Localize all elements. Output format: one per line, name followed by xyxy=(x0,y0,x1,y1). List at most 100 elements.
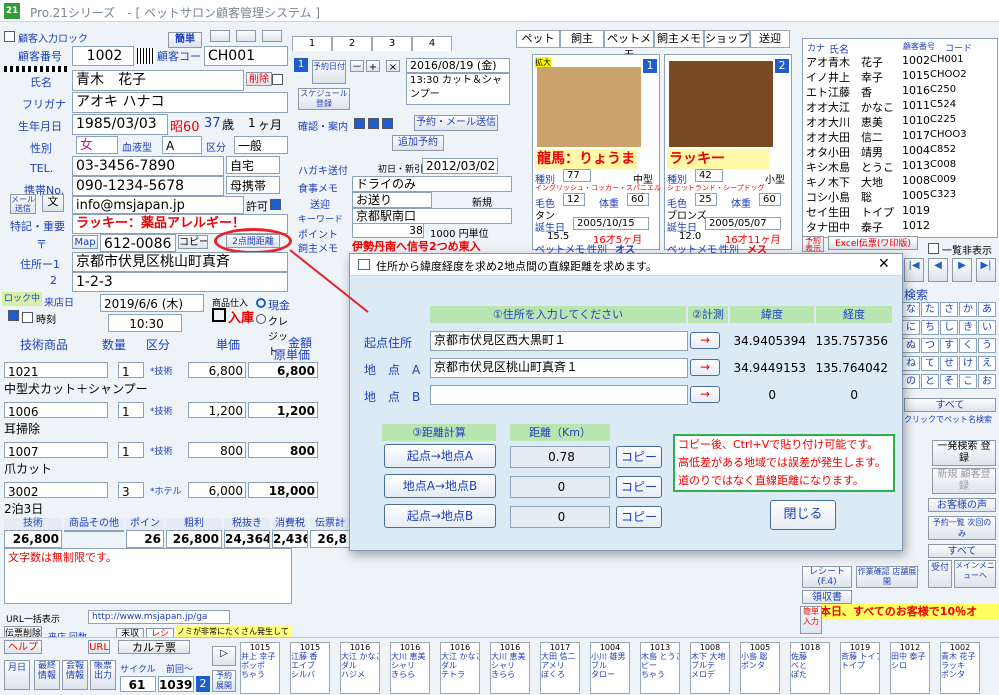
schedule-slot[interactable]: 1012 田中 泰子 シロ xyxy=(890,642,930,694)
copy-origin-a-button[interactable]: コピー xyxy=(616,446,662,468)
memo-textarea[interactable]: 文字数は無制限です。 xyxy=(4,548,292,604)
point-a-address-input[interactable]: 京都市伏見区桃山町真斉１ xyxy=(430,358,688,378)
schedule-slot[interactable]: 1019 斉藤 トイプ トイプ xyxy=(840,642,880,694)
two-point-distance-button[interactable]: 2点間距離 xyxy=(226,234,280,248)
reserve-plus-button[interactable]: + xyxy=(366,60,380,72)
kana-search-key[interactable]: え xyxy=(978,356,996,371)
email-field[interactable]: info@msjapan.jp xyxy=(72,196,244,214)
schedule-slot[interactable]: 1015 江藤 香エイブ シルバ xyxy=(290,642,330,694)
customer-list-item[interactable]: セイ 生田 トイプ 1019 xyxy=(802,204,998,220)
time-checkbox[interactable] xyxy=(22,312,33,323)
origin-measure-button[interactable]: → xyxy=(690,332,720,349)
excel-slip-button[interactable]: Excel伝票(ワ印版) xyxy=(828,236,918,250)
nav-button-3[interactable] xyxy=(262,30,282,42)
visit-lock-checkbox[interactable] xyxy=(8,310,19,321)
kana-search-key[interactable]: さ xyxy=(940,302,958,317)
play-icon[interactable]: ▷ xyxy=(212,646,236,666)
kana-search-key[interactable]: に xyxy=(902,320,920,335)
reserve-show-button[interactable]: 予約 表示 xyxy=(802,236,824,252)
customer-list-item[interactable]: キシ 木島 とうこ 1013 C008 xyxy=(802,159,998,175)
url-field-1[interactable]: http://www.msjapan.jp/ga xyxy=(88,610,230,624)
schedule-slot[interactable]: 1016 大川 恵美 シャリ きらら xyxy=(490,642,530,694)
list-hide-checkbox[interactable] xyxy=(928,243,939,254)
item-price[interactable]: 6,000 xyxy=(188,482,246,498)
keyword-field[interactable]: 京都駅南口 xyxy=(352,208,512,224)
weight-value[interactable]: 60 xyxy=(627,193,649,206)
customer-voice-button[interactable]: お客様の声 xyxy=(928,498,996,512)
kana-search-key[interactable]: つ xyxy=(921,338,939,353)
delete-flag-button[interactable]: 削除 xyxy=(246,72,272,86)
tab-pickup[interactable]: 送迎 xyxy=(750,30,790,48)
class-select[interactable]: 一般 xyxy=(234,136,288,154)
newsletter-button[interactable]: 会報 情報 xyxy=(62,660,88,690)
calc-a-b-button[interactable]: 地点A→地点B xyxy=(384,474,496,498)
point-a-measure-button[interactable]: → xyxy=(690,359,720,376)
customer-number-field[interactable]: 1002 xyxy=(72,46,134,66)
copy-a-b-button[interactable]: コピー xyxy=(616,476,662,498)
simple-mode-button[interactable]: 簡単 xyxy=(168,32,202,48)
color-no[interactable]: 25 xyxy=(695,193,717,206)
kana-search-key[interactable]: ち xyxy=(921,320,939,335)
mobile-field[interactable]: 090-1234-5678 xyxy=(72,176,224,196)
mobile-type-select[interactable]: 母携帯 xyxy=(226,176,280,194)
confirm-checkbox-2[interactable] xyxy=(368,118,379,129)
customer-list-item[interactable]: オオ 大江 かなこ 1011 C524 xyxy=(802,99,998,115)
address2-field[interactable]: 1-2-3 xyxy=(72,272,288,292)
schedule-slot[interactable]: 1015 井上 幸子 ポッポ ちゃう xyxy=(240,642,280,694)
reserve-minus-button[interactable]: － xyxy=(350,60,364,72)
item-code[interactable]: 1007 xyxy=(4,442,108,458)
schedule-slot[interactable]: 1016 大川 恵美 シャリ きらら xyxy=(390,642,430,694)
first-record-button[interactable]: |◀ xyxy=(904,258,924,282)
kana-field[interactable]: アオキ ハナコ xyxy=(72,92,288,113)
monthly-button[interactable]: 月日 xyxy=(4,660,30,690)
name-field[interactable]: 青木 花子 xyxy=(72,70,244,91)
visit-date-field[interactable]: 2019/6/6 (木) xyxy=(100,294,204,312)
pay-cash-radio[interactable] xyxy=(256,298,266,308)
schedule-slot[interactable]: 1002 青木 花子 ラッキ ポンタ xyxy=(940,642,980,694)
item-qty[interactable]: 1 xyxy=(118,442,144,458)
url-button[interactable]: URL xyxy=(88,640,110,654)
new-customer-button[interactable]: 新規 顧客登録 xyxy=(932,468,996,494)
kana-search-key[interactable]: い xyxy=(978,320,996,335)
item-code[interactable]: 3002 xyxy=(4,482,108,498)
delete-flag-checkbox[interactable] xyxy=(272,74,283,85)
nav-button-2[interactable] xyxy=(236,30,256,42)
schedule-slot[interactable]: 1005 小島 聡ポンタ xyxy=(740,642,780,694)
hdr-code[interactable]: コード xyxy=(945,41,972,54)
item-qty[interactable]: 1 xyxy=(118,402,144,418)
confirm-checkbox-1[interactable] xyxy=(354,118,365,129)
prev-record-button[interactable]: ◀ xyxy=(928,258,948,282)
point-field[interactable]: 38 xyxy=(352,223,424,238)
report-output-button[interactable]: 帳票 出力 xyxy=(90,660,116,690)
accept-button[interactable]: 受付 xyxy=(928,560,952,588)
zip-field[interactable]: 612-0086 xyxy=(100,234,176,252)
pay-credit-radio[interactable] xyxy=(256,314,266,324)
customer-list-item[interactable]: イノ 井上 幸子 1015 CHOO2 xyxy=(802,69,998,85)
show-all-button[interactable]: すべて xyxy=(904,398,996,412)
breed-no[interactable]: 42 xyxy=(695,169,723,182)
kana-search-key[interactable]: く xyxy=(959,338,977,353)
schedule-register-button[interactable]: スケジュール登録 xyxy=(298,88,350,110)
item-price[interactable]: 800 xyxy=(188,442,246,458)
pet-card-2[interactable]: 2 ラッキー 種別 42 小型 シェットランド・シープドッグ 毛色 25 体重 … xyxy=(664,54,792,256)
reserve-date-button[interactable]: 予約日付 xyxy=(312,60,346,84)
item-qty[interactable]: 3 xyxy=(118,482,144,498)
customer-list-item[interactable]: オオ 大田 信二 1017 CHOO3 xyxy=(802,129,998,145)
add-reserve-button[interactable]: 追加予約 xyxy=(392,135,444,151)
item-code[interactable]: 1006 xyxy=(4,402,108,418)
customer-list-item[interactable]: キノ 木下 大地 1008 C009 xyxy=(802,174,998,190)
customer-code-field[interactable]: CH001 xyxy=(204,46,288,66)
tab-pet-memo[interactable]: ペットメモ xyxy=(604,30,654,61)
card-button[interactable]: カルテ票 xyxy=(118,640,190,654)
customer-list-item[interactable]: オタ 小田 靖男 1004 C852 xyxy=(802,144,998,160)
reserve-date-field[interactable]: 2016/08/19 (金) xyxy=(406,58,510,73)
calc-origin-a-button[interactable]: 起点→地点A xyxy=(384,444,496,468)
point-b-address-input[interactable] xyxy=(430,385,688,405)
item-qty[interactable]: 1 xyxy=(118,362,144,378)
tab-reserve-4[interactable]: 4 xyxy=(412,36,452,51)
send-select[interactable]: お送り xyxy=(352,192,432,208)
work-confirm-button[interactable]: 作業確認 店舗展開 xyxy=(856,566,918,588)
birthday-field[interactable]: 1985/03/03 xyxy=(72,114,168,135)
point-b-measure-button[interactable]: → xyxy=(690,386,720,403)
tab-pet[interactable]: ペット xyxy=(516,30,560,48)
